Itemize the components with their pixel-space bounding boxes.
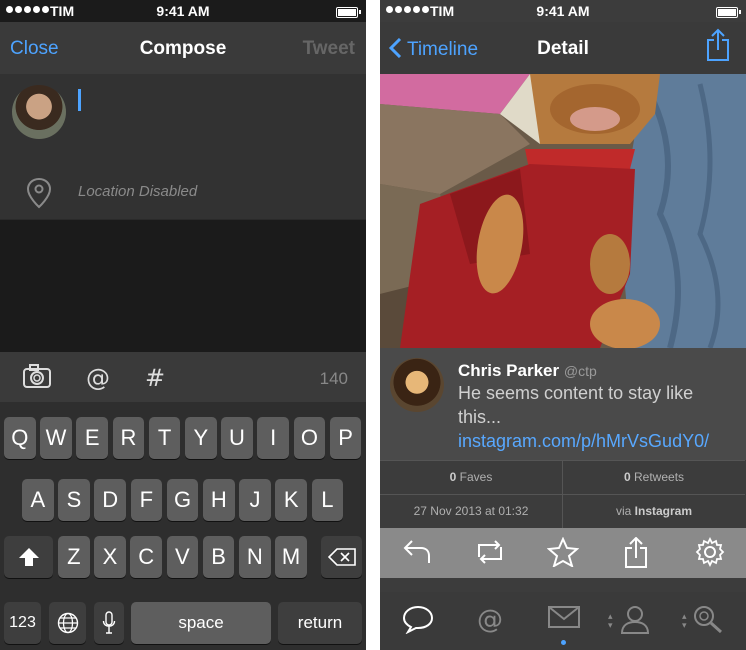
key-q[interactable]: Q [4,417,36,459]
compose-screen: TIM 9:41 AM Close Compose Tweet Location… [0,0,366,650]
status-time: 9:41 AM [156,3,210,19]
tweet-link[interactable]: instagram.com/p/hMrVsGudY0/ [458,431,709,451]
location-pin-icon[interactable] [26,177,52,209]
retweets-stat[interactable]: 0 Retweets [563,460,745,494]
key-n[interactable]: N [239,536,271,578]
faves-stat[interactable]: 0 Faves [380,460,562,494]
character-count: 140 [319,369,348,388]
retweet-icon[interactable] [473,537,507,567]
globe-icon [57,612,78,634]
key-s[interactable]: S [58,479,90,521]
settings-gear-icon[interactable] [695,537,725,567]
key-b[interactable]: B [202,536,235,578]
key-l[interactable]: L [311,479,344,521]
key-m[interactable]: M [275,536,307,578]
key-a[interactable]: A [22,479,54,521]
location-status[interactable]: Location Disabled [78,183,197,200]
key-t[interactable]: T [148,417,181,459]
keyboard: QWERTYUIOP ASDFGHJKL ZXCVBNM 123 space r… [0,402,366,650]
microphone-icon [102,611,116,634]
key-f[interactable]: F [130,479,163,521]
key-y[interactable]: Y [185,417,217,459]
tweet-stats: 0 Faves 0 Retweets 27 Nov 2013 at 01:32 … [380,460,746,528]
backspace-icon [327,548,356,566]
delete-key[interactable] [321,536,362,578]
unread-indicator-dot [561,640,566,645]
share-action-icon[interactable] [624,537,648,569]
space-key[interactable]: space [131,602,271,644]
tweet-text: He seems content to stay like this... in… [458,383,710,451]
tweet-actions [380,528,746,578]
chevron-updown-icon: ▴ ▾ [608,611,613,630]
key-u[interactable]: U [221,417,253,459]
key-j[interactable]: J [239,479,271,521]
favorite-star-icon[interactable] [547,537,579,567]
key-w[interactable]: W [40,417,72,459]
tab-messages-envelope-icon[interactable] [547,604,581,630]
tab-bar: @ ▴ ▾ ▴ ▾ [380,592,746,650]
camera-icon[interactable] [22,364,52,390]
compose-toolbar: @ # 140 [0,352,366,402]
reply-icon[interactable] [402,537,432,567]
svg-text:@: @ [86,364,110,392]
shift-arrow-icon [18,548,39,566]
hashtag-icon[interactable]: # [144,364,166,392]
tweet-date: 27 Nov 2013 at 01:32 [380,494,562,528]
chevron-updown-icon: ▴ ▾ [682,611,687,630]
key-r[interactable]: R [112,417,145,459]
share-icon[interactable] [706,28,730,62]
tab-timeline-speech-bubble-icon[interactable] [402,604,434,634]
globe-key[interactable] [49,602,86,644]
key-x[interactable]: X [94,536,126,578]
detail-screen: TIM 9:41 AM Timeline Detail Chris Parker… [380,0,746,650]
svg-text:#: # [145,364,165,392]
tweet-photo[interactable] [380,74,746,348]
key-d[interactable]: D [94,479,126,521]
compose-navbar: Close Compose Tweet [0,22,366,74]
key-i[interactable]: I [257,417,289,459]
key-c[interactable]: C [130,536,162,578]
battery-icon [716,7,741,18]
tweet-source[interactable]: via Instagram [563,494,745,528]
key-k[interactable]: K [275,479,307,521]
compose-area[interactable]: Location Disabled [0,74,366,220]
key-z[interactable]: Z [58,536,90,578]
key-h[interactable]: H [203,479,235,521]
tab-search-magnifier-icon[interactable] [692,604,724,634]
author-avatar[interactable] [390,358,444,412]
key-p[interactable]: P [329,417,362,459]
key-v[interactable]: V [166,536,199,578]
tab-mentions-icon[interactable]: @ [476,604,504,634]
author-handle: @ctp [563,363,597,379]
text-cursor [78,89,81,111]
svg-text:@: @ [477,605,503,634]
key-e[interactable]: E [76,417,108,459]
status-bar: TIM 9:41 AM [380,0,746,22]
key-g[interactable]: G [166,479,199,521]
shift-key[interactable] [4,536,53,578]
author-name[interactable]: Chris Parker @ctp [458,361,597,381]
dictation-key[interactable] [94,602,124,644]
battery-icon [336,7,361,18]
return-key[interactable]: return [278,602,362,644]
status-bar: TIM 9:41 AM [0,0,366,22]
tweet-card: Chris Parker @ctp He seems content to st… [380,348,746,460]
page-title: Detail [537,38,589,59]
avatar [12,85,66,139]
tab-profile-person-icon[interactable] [620,604,650,634]
tweet-button[interactable]: Tweet [303,38,355,60]
detail-navbar: Timeline Detail [380,22,746,74]
numbers-key[interactable]: 123 [4,602,41,644]
mention-icon[interactable]: @ [84,364,112,392]
key-o[interactable]: O [293,417,326,459]
status-time: 9:41 AM [536,3,590,19]
